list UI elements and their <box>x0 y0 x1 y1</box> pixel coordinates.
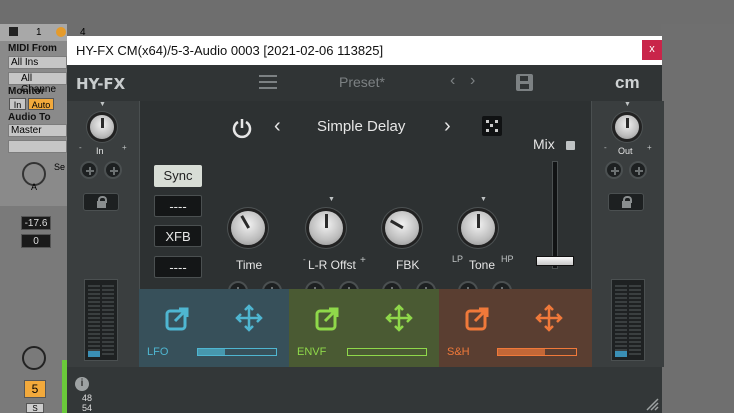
input-mod-slot-2[interactable] <box>104 161 122 179</box>
pan-knob-icon[interactable] <box>22 346 46 370</box>
brand-logo: cm <box>615 73 640 92</box>
output-meter <box>611 279 645 361</box>
daw-track-panel: 1 MIDI From All Ins All Channe Monitor I… <box>0 0 67 413</box>
preset-name[interactable]: Preset* <box>339 74 385 90</box>
midi-from-label: MIDI From <box>8 43 57 54</box>
fbk-label: FBK <box>396 258 420 272</box>
mix-slider-handle[interactable] <box>536 256 574 266</box>
power-icon[interactable] <box>231 117 253 139</box>
output-panel: ▼ - Out + <box>592 101 664 367</box>
mix-lock-icon[interactable] <box>566 141 575 150</box>
sync-button[interactable]: Sync <box>154 165 202 187</box>
lfo-label: LFO <box>147 346 169 358</box>
audio-to-channel-select[interactable] <box>8 140 67 153</box>
menu-icon[interactable] <box>259 75 277 89</box>
time-label: Time <box>236 258 263 272</box>
track-number: 1 <box>36 27 42 38</box>
track-activator[interactable]: 5 <box>24 380 46 398</box>
output-knob[interactable] <box>615 115 639 139</box>
output-max-label: + <box>647 143 652 152</box>
info-icon[interactable]: i <box>75 377 89 391</box>
meter-scale-48: 48 <box>82 393 93 403</box>
lr-offset-knob[interactable] <box>309 211 343 245</box>
window-titlebar[interactable]: HY-FX CM(x64)/5-3-Audio 0003 [2021-02-06… <box>67 36 662 65</box>
mod-sh: S&H <box>439 289 592 367</box>
input-panel: ▼ - In + <box>67 101 139 367</box>
input-lock-icon[interactable] <box>83 193 119 211</box>
envf-drag-icon[interactable] <box>385 304 413 332</box>
mix-label: Mix <box>533 136 555 152</box>
plugin-window: HY-FX CM(x64)/5-3-Audio 0003 [2021-02-06… <box>67 36 664 413</box>
plugin-logo: HY-FX <box>76 75 126 93</box>
audio-to-select[interactable]: Master <box>8 124 67 137</box>
output-label: Out <box>618 146 633 156</box>
sh-amount-slider[interactable] <box>497 348 577 356</box>
preset-next-icon[interactable]: › <box>470 72 475 90</box>
tone-lp-label: LP <box>452 254 464 264</box>
close-button[interactable]: x <box>642 40 662 60</box>
envf-assign-icon[interactable] <box>315 305 341 331</box>
volume-display[interactable]: -17.6 <box>21 216 51 230</box>
pan-display[interactable]: 0 <box>21 234 51 248</box>
output-mod-slot-1[interactable] <box>605 161 623 179</box>
audio-to-label: Audio To <box>8 112 51 123</box>
xfb-value[interactable]: ---- <box>154 256 202 278</box>
lr-offset-min-label: - <box>303 255 306 264</box>
input-min-label: - <box>79 143 82 152</box>
tone-knob[interactable] <box>461 211 495 245</box>
lr-offset-label: L-R Offst <box>308 258 356 272</box>
time-knob[interactable] <box>231 211 265 245</box>
monitor-in-button[interactable]: In <box>9 98 26 110</box>
daw-topbar <box>0 0 734 24</box>
input-knob[interactable] <box>90 115 114 139</box>
meter-scale-54: 54 <box>82 403 93 413</box>
preset-prev-icon[interactable]: ‹ <box>450 72 455 90</box>
lfo-drag-icon[interactable] <box>235 304 263 332</box>
lfo-assign-icon[interactable] <box>165 305 191 331</box>
input-mod-slot-1[interactable] <box>80 161 98 179</box>
fbk-knob[interactable] <box>385 211 419 245</box>
lfo-amount-slider[interactable] <box>197 348 277 356</box>
resize-grip-icon[interactable] <box>645 397 659 411</box>
tone-hp-label: HP <box>501 254 514 264</box>
output-min-label: - <box>604 143 607 152</box>
plugin-footer: i <box>67 367 662 413</box>
input-label: In <box>96 146 104 156</box>
sh-label: S&H <box>447 346 470 358</box>
monitor-auto-button[interactable]: Auto <box>28 98 54 110</box>
xfb-button[interactable]: XFB <box>154 225 202 247</box>
input-meter <box>84 279 118 361</box>
track-fold-icon[interactable] <box>9 27 18 36</box>
window-title: HY-FX CM(x64)/5-3-Audio 0003 [2021-02-06… <box>76 43 384 58</box>
daw-background-right <box>661 0 734 413</box>
solo-button[interactable]: S <box>26 403 44 413</box>
envf-label: ENVF <box>297 346 327 358</box>
input-max-label: + <box>122 143 127 152</box>
output-mod-slot-2[interactable] <box>629 161 647 179</box>
monitor-label: Monitor <box>8 86 45 97</box>
track-status-icon <box>56 27 66 37</box>
midi-channel-select[interactable]: All Channe <box>8 72 67 95</box>
send-label: Se <box>54 162 66 172</box>
effect-panel: ‹ Simple Delay › Sync ---- XFB ---- Time… <box>139 101 592 308</box>
envf-amount-slider[interactable] <box>347 348 427 356</box>
plugin-header: HY-FX Preset* ‹ › cm <box>67 65 662 101</box>
output-lock-icon[interactable] <box>608 193 644 211</box>
tone-label: Tone <box>469 258 496 272</box>
mod-lfo: LFO <box>139 289 289 367</box>
mod-envf: ENVF <box>289 289 439 367</box>
lr-offset-max-label: + <box>360 255 366 266</box>
randomize-icon[interactable] <box>482 116 502 136</box>
mix-slider-track[interactable] <box>552 161 558 269</box>
sh-assign-icon[interactable] <box>465 305 491 331</box>
midi-from-select[interactable]: All Ins <box>8 56 67 69</box>
sync-value[interactable]: ---- <box>154 195 202 217</box>
save-icon[interactable] <box>516 74 533 91</box>
effect-name[interactable]: Simple Delay <box>317 118 405 135</box>
effect-prev-icon[interactable]: ‹ <box>274 115 281 138</box>
send-a-label: A <box>31 182 38 192</box>
sh-drag-icon[interactable] <box>535 304 563 332</box>
effect-next-icon[interactable]: › <box>444 115 451 138</box>
